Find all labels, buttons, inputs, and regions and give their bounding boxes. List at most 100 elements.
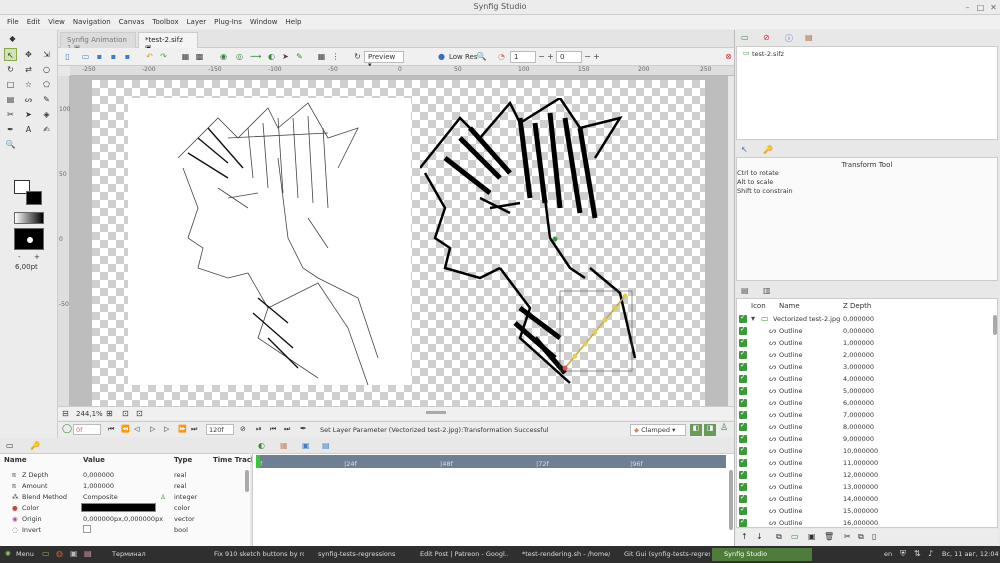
draw-handles-icon[interactable]: ✎ [294, 51, 305, 62]
close-canvas-icon[interactable]: ⊗ [723, 51, 734, 62]
grid-show-icon[interactable]: ▦ [316, 51, 327, 62]
layer-row[interactable]: ᔕOutline 15,000000 [737, 505, 992, 517]
delete-layer-icon[interactable]: 🗑 [824, 532, 834, 541]
seek-begin-icon[interactable]: ⏮ [108, 425, 114, 434]
layer-row[interactable]: ᔕOutline 10,000000 [737, 445, 992, 457]
layer-visibility-checkbox[interactable] [739, 493, 747, 503]
layer-row[interactable]: ᔕOutline 3,000000 [737, 361, 992, 373]
files-launcher-icon[interactable]: ▤ [84, 549, 92, 558]
layer-row[interactable]: ᔕOutline 12,000000 [737, 469, 992, 481]
smooth-move-tool-icon[interactable]: ✥ [22, 48, 35, 61]
param-row[interactable]: π Z Depth 0,000000 real [0, 469, 250, 480]
navigator-tab-icon[interactable]: ⊘ [763, 33, 770, 42]
raise-layer-icon[interactable]: ↑ [741, 532, 748, 541]
brush-size-increase[interactable]: + [34, 253, 40, 261]
current-frame-field[interactable]: 0f [73, 424, 101, 435]
text-tool-icon[interactable]: A [22, 123, 35, 136]
prev-frame-icon[interactable]: ◁ [134, 425, 139, 433]
timetrack-tab-icon[interactable]: ◐ [258, 441, 265, 450]
layer-row[interactable]: ᔕOutline 2,000000 [737, 349, 992, 361]
layer-visibility-checkbox[interactable] [739, 445, 747, 455]
layer-row[interactable]: ᔕOutline 14,000000 [737, 493, 992, 505]
lower-layer-icon[interactable]: ↓ [756, 532, 763, 541]
menu-file[interactable]: File [4, 15, 24, 29]
tab-test-2[interactable]: *test-2.sifz ▣ [138, 32, 198, 52]
show-handles-icon[interactable]: ◉ [218, 51, 229, 62]
loop-icon[interactable]: ⏯ [256, 425, 262, 434]
canvas-file-name[interactable]: test-2.sifz [752, 50, 784, 58]
keyboard-layout[interactable]: en [884, 550, 892, 558]
brush-size-decrease[interactable]: - [18, 253, 21, 261]
layer-visibility-checkbox[interactable] [739, 313, 747, 323]
layer-row[interactable]: ᔕOutline 0,000000 [737, 325, 992, 337]
width-handles-icon[interactable]: ◎ [234, 51, 245, 62]
zoom-fit-icon[interactable]: ⊡ [122, 409, 129, 418]
keyframe-lock-past-icon[interactable]: ◧ [690, 424, 702, 436]
menu-plugins[interactable]: Plug-Ins [211, 15, 247, 29]
select-handles-icon[interactable]: ➤ [280, 51, 291, 62]
width-tool-icon[interactable]: ➤ [22, 108, 35, 121]
save-icon[interactable]: ▪ [94, 51, 105, 62]
eyedrop-tool-icon[interactable]: ✒ [4, 123, 17, 136]
param-value[interactable]: Composite [83, 493, 118, 501]
menu-toolbox[interactable]: Toolbox [149, 15, 183, 29]
quality-icon[interactable]: ● [436, 51, 447, 62]
save-all-icon[interactable]: ▪ [122, 51, 133, 62]
param-value[interactable]: 0,000000 [83, 471, 114, 479]
expander-icon[interactable]: ▾ [751, 314, 755, 323]
curves-tab-icon[interactable]: ▦ [280, 441, 288, 450]
taskbar-task[interactable]: Edit Post | Patreon - Googl... [408, 548, 508, 561]
layer-visibility-checkbox[interactable] [739, 481, 747, 491]
param-header-value[interactable]: Value [83, 456, 105, 464]
play-icon[interactable]: ▷ [150, 425, 155, 433]
info-tab-icon[interactable]: ⓘ [785, 33, 793, 44]
invert-checkbox[interactable] [83, 525, 91, 533]
menu-window[interactable]: Window [247, 15, 283, 29]
tangent-handles-icon[interactable]: ⟿ [250, 51, 261, 62]
gradient-tool-icon[interactable]: ▤ [4, 93, 17, 106]
param-value[interactable]: 1,000000 [83, 482, 114, 490]
open-file-icon[interactable]: ▭ [80, 51, 91, 62]
layer-visibility-checkbox[interactable] [739, 349, 747, 359]
canvas-browser-tab-icon[interactable]: ▭ [741, 33, 749, 42]
interpolation-dropdown[interactable]: ◆ Clamped ▾ [630, 424, 686, 436]
layer-row[interactable]: ᔕOutline 9,000000 [737, 433, 992, 445]
new-file-icon[interactable]: ▯ [62, 51, 73, 62]
zoom-100-icon[interactable]: ⊡ [136, 409, 143, 418]
network-icon[interactable]: ⇅ [914, 549, 921, 558]
menu-layer[interactable]: Layer [184, 15, 212, 29]
terminal-launcher-icon[interactable]: ▣ [70, 549, 78, 558]
increase-icon[interactable]: + [545, 51, 556, 62]
mirror-tool-icon[interactable]: ⇄ [22, 63, 35, 76]
tool-options-tab-icon[interactable]: ↖ [741, 145, 748, 154]
circle-tool-icon[interactable]: ○ [40, 63, 53, 76]
sound-tab-icon[interactable]: ▤ [322, 441, 330, 450]
taskbar-task-active[interactable]: Synfig Studio [712, 548, 812, 561]
rotate-tool-icon[interactable]: ↻ [4, 63, 17, 76]
low-res-label[interactable]: Low Res [449, 53, 478, 61]
layer-row[interactable]: ᔕOutline 4,000000 [737, 373, 992, 385]
layers-tab-icon[interactable]: ▤ [741, 286, 749, 295]
save-as-icon[interactable]: ▪ [108, 51, 119, 62]
end-frame-field[interactable]: 120f [206, 424, 234, 435]
layer-row[interactable]: ᔕOutline 16,000000 [737, 517, 992, 529]
sketch-tool-icon[interactable]: ✍ [40, 123, 53, 136]
cut-icon[interactable]: ✂ [844, 532, 851, 541]
menu-navigation[interactable]: Navigation [70, 15, 116, 29]
param-value[interactable]: 0,000000px,0,000000px [83, 515, 163, 523]
rectangle-tool-icon[interactable]: □ [4, 78, 17, 91]
menu-canvas[interactable]: Canvas [116, 15, 150, 29]
paste-icon[interactable]: ▯ [872, 532, 876, 541]
volume-icon[interactable]: ♪ [928, 549, 933, 558]
layer-row[interactable]: ᔕOutline 8,000000 [737, 421, 992, 433]
taskbar-terminal[interactable]: Терминал [100, 548, 194, 561]
shield-icon[interactable]: ⛨ [900, 549, 906, 559]
zoom-out-icon[interactable]: ⊟ [62, 409, 69, 418]
timeline-ruler[interactable]: 0f |24f |48f |72f |96f [256, 455, 726, 468]
layer-visibility-checkbox[interactable] [739, 457, 747, 467]
next-keyframe-icon[interactable]: ⏩ [178, 425, 187, 433]
zoom-in-icon[interactable]: ⊞ [106, 409, 113, 418]
taskbar-task[interactable]: Git Gui (synfig-tests-regres... [612, 548, 710, 561]
palette-tab-icon[interactable]: 🔑 [763, 145, 773, 154]
time-cursor[interactable] [256, 455, 260, 468]
